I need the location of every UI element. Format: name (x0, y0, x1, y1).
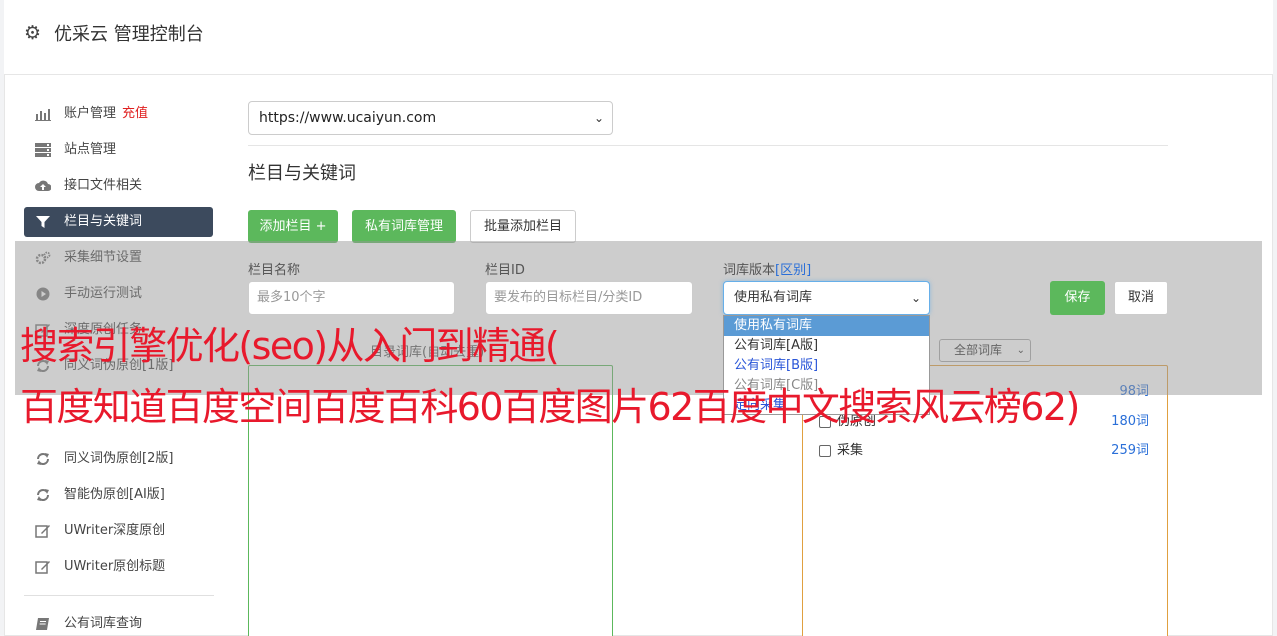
sidebar-item-label: 站点管理 (64, 142, 117, 157)
top-header: ⚙ 优采云 管理控制台 (4, 0, 1273, 75)
chevron-down-icon: ⌄ (593, 111, 604, 125)
sidebar-item-label: 智能伪原创[AI版] (64, 487, 165, 502)
chevron-down-icon: ⌄ (910, 291, 921, 305)
sidebar-item-synonym-2[interactable]: 同义词伪原创[2版] (24, 444, 213, 474)
edit-icon (35, 560, 51, 574)
dropdown-option[interactable]: 公有词库[A版] (724, 336, 929, 356)
site-select[interactable]: https://www.ucaiyun.com ⌄ (248, 101, 613, 135)
difference-link[interactable]: [区别] (775, 263, 811, 278)
section-title: 栏目与关键词 (248, 163, 356, 184)
sidebar-item-uwriter-deep[interactable]: UWriter深度原创 (24, 516, 213, 546)
sidebar-item-label: UWriter深度原创 (64, 523, 166, 538)
site-select-value: https://www.ucaiyun.com (259, 110, 437, 126)
column-name-input[interactable]: 最多10个字 (248, 281, 455, 315)
filter-icon (35, 215, 51, 229)
sidebar-divider (24, 595, 214, 596)
sidebar-item-account[interactable]: 账户管理 充值 (24, 99, 213, 129)
edit-icon (35, 524, 51, 538)
refresh-icon (35, 488, 51, 502)
recharge-link[interactable]: 充值 (122, 106, 148, 121)
refresh-icon (35, 452, 51, 466)
divider (248, 145, 1168, 146)
sidebar-item-columns[interactable]: 栏目与关键词 (24, 207, 213, 237)
watermark-line-1: 搜索引擎优化(seo)从入门到精通( (20, 324, 560, 368)
bar-chart-icon (35, 107, 51, 121)
column-id-label: 栏目ID (485, 263, 525, 278)
sidebar-item-label: 账户管理 (64, 106, 117, 121)
library-version-label: 词库版本[区别] (723, 262, 811, 280)
sidebar-item-public-lib[interactable]: 公有词库查询 (24, 609, 213, 636)
sidebar-item-ai-original[interactable]: 智能伪原创[AI版] (24, 480, 213, 510)
sidebar-item-uwriter-title[interactable]: UWriter原创标题 (24, 552, 213, 582)
sidebar-item-label: 公有词库查询 (64, 616, 143, 631)
sidebar-item-label: 栏目与关键词 (64, 214, 143, 229)
sidebar-item-sites[interactable]: 站点管理 (24, 135, 213, 165)
library-version-text: 词库版本 (723, 263, 776, 278)
add-column-button[interactable]: 添加栏目 + (248, 210, 338, 243)
app-title: 优采云 管理控制台 (54, 24, 204, 45)
dropdown-option[interactable]: 公有词库[B版] (724, 356, 929, 376)
sidebar-item-label: UWriter原创标题 (64, 559, 166, 574)
library-count: 259词 (1111, 443, 1149, 458)
cancel-button[interactable]: 取消 (1114, 281, 1168, 315)
watermark-line-2: 百度知道百度空间百度百科60百度图片62百度中文搜索风云榜62) (20, 385, 1080, 429)
sidebar-item-interface[interactable]: 接口文件相关 (24, 171, 213, 201)
batch-add-button[interactable]: 批量添加栏目 (470, 210, 576, 243)
library-version-value: 使用私有词库 (734, 290, 813, 305)
library-name: 采集 (837, 443, 864, 458)
library-row[interactable]: 采集 259词 (819, 441, 1149, 461)
form-overlay (15, 241, 1262, 395)
server-icon (35, 143, 51, 157)
dropdown-option[interactable]: 使用私有词库 (724, 316, 929, 336)
library-version-select[interactable]: 使用私有词库 ⌄ (723, 281, 930, 315)
cloud-upload-icon (35, 179, 52, 193)
column-name-label: 栏目名称 (248, 263, 301, 278)
sidebar-item-label: 接口文件相关 (64, 178, 143, 193)
gear-icon[interactable]: ⚙ (24, 24, 41, 43)
library-count: 180词 (1111, 414, 1149, 429)
column-id-input[interactable]: 要发布的目标栏目/分类ID (485, 281, 693, 315)
library-checkbox[interactable] (819, 445, 831, 457)
book-icon (35, 617, 51, 631)
save-button[interactable]: 保存 (1050, 281, 1105, 315)
private-lib-button[interactable]: 私有词库管理 (352, 210, 456, 243)
sidebar-item-label: 同义词伪原创[2版] (64, 451, 174, 466)
